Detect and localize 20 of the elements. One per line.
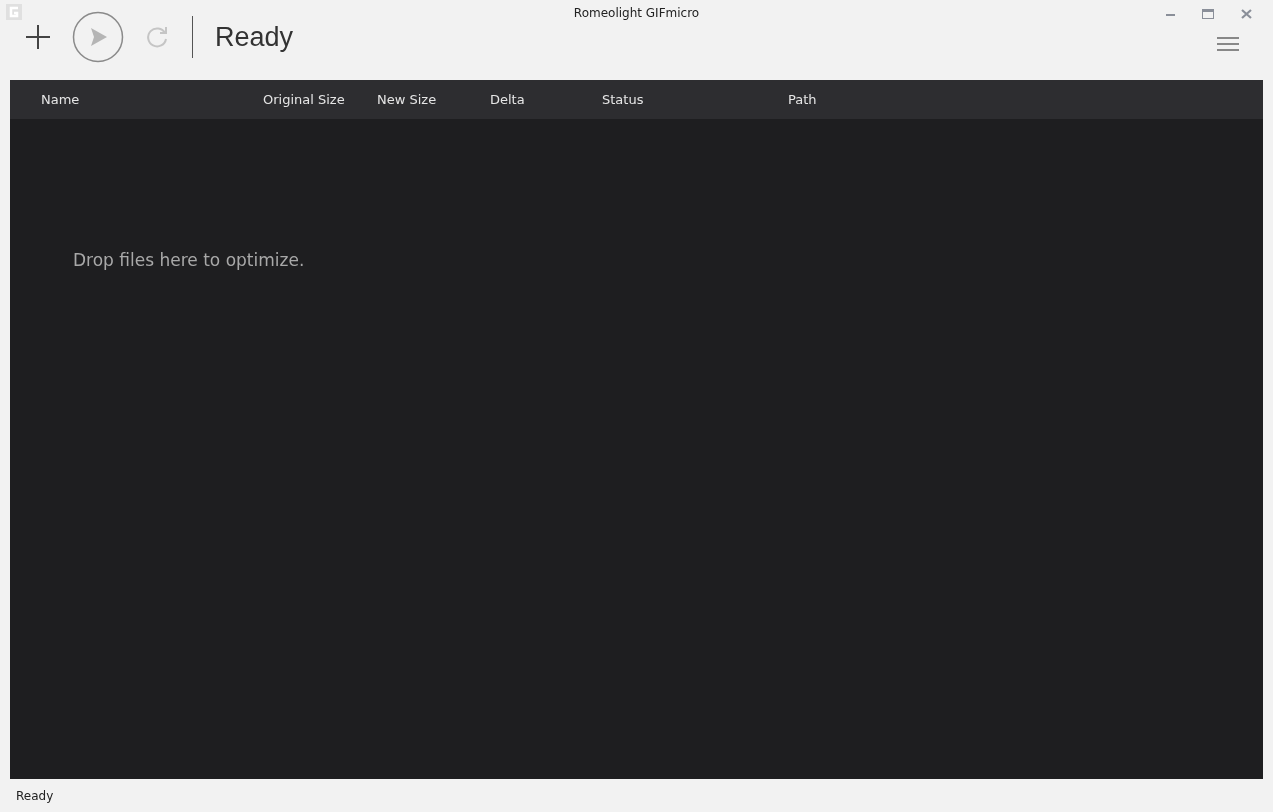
maximize-icon xyxy=(1202,9,1214,19)
window-title: Romeolight GIFmicro xyxy=(573,6,700,20)
menu-button[interactable] xyxy=(1217,36,1239,52)
menu-icon xyxy=(1217,36,1239,52)
add-icon xyxy=(24,23,52,51)
play-icon xyxy=(72,11,124,63)
column-header[interactable]: Path xyxy=(783,92,1263,107)
column-header[interactable]: Original Size xyxy=(258,92,372,107)
refresh-icon xyxy=(144,24,170,50)
status-bar-text: Ready xyxy=(16,788,54,803)
app-logo-icon xyxy=(6,4,22,20)
minimize-icon xyxy=(1165,12,1175,16)
column-header[interactable]: New Size xyxy=(372,92,485,107)
column-header[interactable]: Status xyxy=(597,92,783,107)
column-header[interactable]: Name xyxy=(36,92,258,107)
drop-hint: Drop files here to optimize. xyxy=(73,250,306,270)
close-icon xyxy=(1240,9,1252,19)
add-button[interactable] xyxy=(24,23,52,51)
column-header[interactable]: Delta xyxy=(485,92,597,107)
status-text: Ready xyxy=(215,21,294,53)
